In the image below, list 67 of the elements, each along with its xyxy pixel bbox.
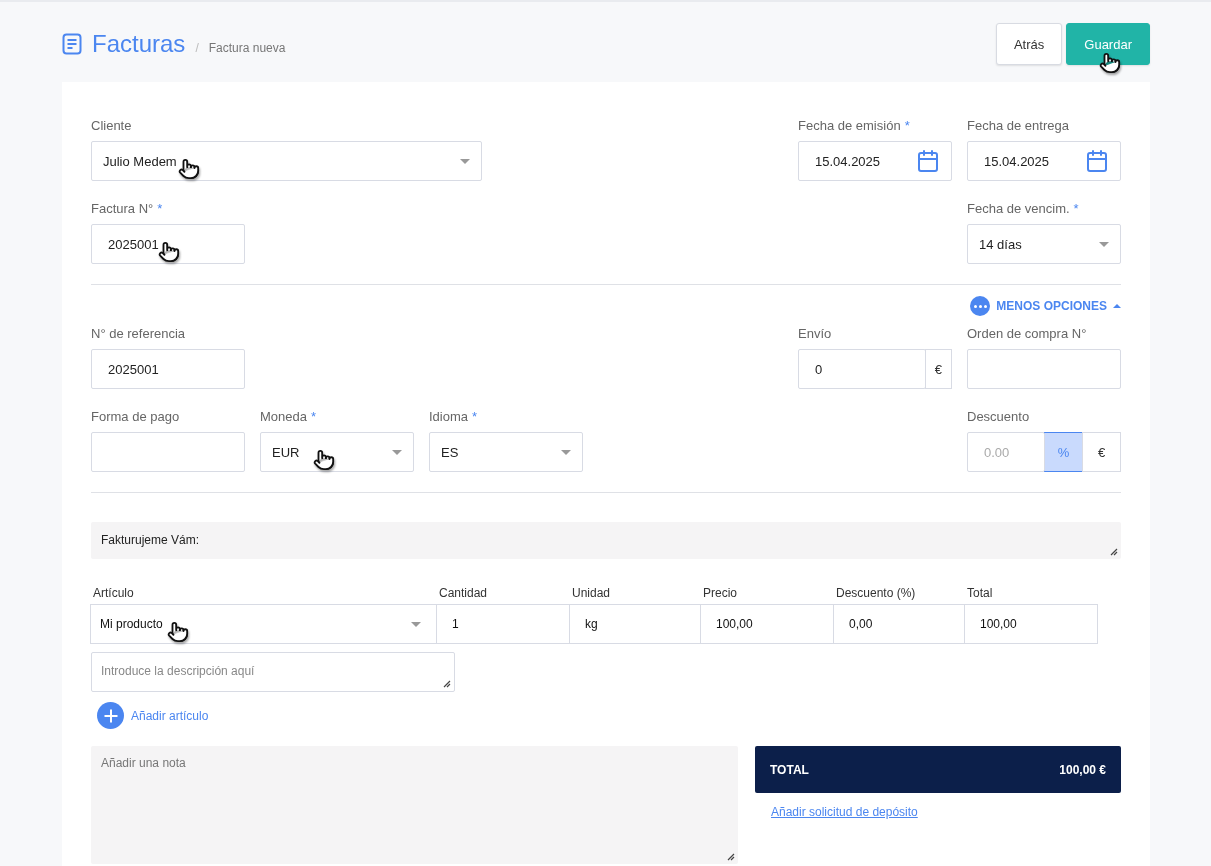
date-field[interactable]: 15.04.2025 [967,141,1121,181]
description-field[interactable]: Introduce la descripción aquí [91,652,455,692]
header-text-area[interactable]: Fakturujeme Vám: [91,522,1121,559]
item-cell[interactable]: kg [569,604,701,644]
input-field[interactable]: 0 [798,349,926,389]
dropdown-caret-icon [1099,241,1109,247]
total-value: 100,00 € [1059,762,1106,777]
field-label: Fecha de entrega [967,118,1070,133]
column-header: Precio [702,586,738,602]
breadcrumb-separator: / [195,41,199,55]
plus-icon [97,702,124,729]
field-label: Moneda * [260,409,318,424]
more-dots-icon [970,296,991,316]
hand-cursor-icon [158,241,180,263]
page-title: Facturas [92,30,186,58]
dropdown-caret-icon [411,621,421,627]
item-cell[interactable]: 100,00 [964,604,1098,644]
breadcrumb: Factura nueva [208,41,286,55]
unit-toggle[interactable]: € [1082,432,1121,472]
hand-cursor-icon [313,449,335,471]
hand-cursor-icon [1099,52,1122,74]
field-label: Fecha de vencim. * [967,201,1080,216]
total-label: TOTAL [770,762,809,777]
item-cell[interactable]: 1 [436,604,570,644]
field-label: Factura N° * [91,201,164,216]
hand-cursor-icon [167,621,189,643]
field-label: Idioma * [429,409,479,424]
resize-grip-icon[interactable] [443,680,451,688]
field-label: N° de referencia [91,326,187,341]
field-label: Descuento [967,409,1031,424]
column-header: Unidad [571,586,612,602]
resize-grip-icon[interactable] [727,853,735,861]
currency-suffix: € [924,349,952,389]
field-label: Envío [798,326,833,341]
select-field[interactable]: ES [429,432,583,472]
select-field[interactable]: EUR [260,432,414,472]
document-icon [62,33,82,55]
field-label: Forma de pago [91,409,181,424]
field-label: Cliente [91,118,133,133]
item-cell[interactable]: 0,00 [833,604,965,644]
calendar-icon[interactable] [916,149,940,173]
input-field[interactable] [91,432,245,472]
add-item-button[interactable]: Añadir artículo [97,702,209,729]
input-field[interactable]: 2025001 [91,349,245,389]
field-label: Orden de compra N° [967,326,1088,341]
note-field[interactable]: Añadir una nota [91,746,738,864]
hand-cursor-icon [178,158,200,180]
select-field[interactable]: 14 días [967,224,1121,264]
calendar-icon[interactable] [1085,149,1109,173]
column-header: Cantidad [438,586,489,602]
select-field[interactable]: Julio Medem [91,141,482,181]
column-header: Total [966,586,994,602]
less-options-button[interactable]: MENOS OPCIONES [970,296,1121,316]
input-field[interactable] [967,349,1121,389]
field-label: Fecha de emisión * [798,118,911,133]
column-header: Descuento (%) [835,586,917,602]
column-header: Artículo [92,586,135,602]
deposit-request-link[interactable]: Añadir solicitud de depósito [771,805,918,819]
input-field[interactable]: 2025001 [91,224,245,264]
resize-grip-icon[interactable] [1110,548,1118,556]
dropdown-caret-icon [460,158,470,164]
date-field[interactable]: 15.04.2025 [798,141,952,181]
dropdown-caret-icon [561,449,571,455]
item-cell[interactable]: 100,00 [700,604,834,644]
dropdown-caret-icon [392,449,402,455]
product-select[interactable]: Mi producto [90,604,437,644]
back-button[interactable]: Atrás [995,23,1063,65]
